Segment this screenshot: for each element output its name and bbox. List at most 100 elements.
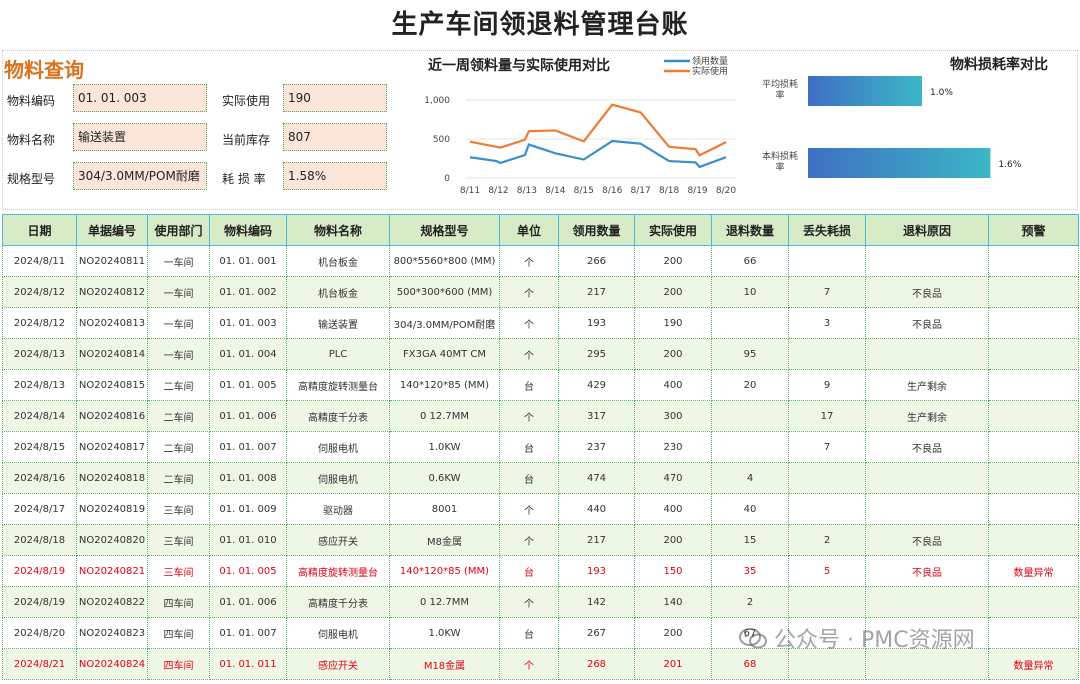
table-cell — [988, 369, 1079, 401]
table-cell: 15 — [711, 524, 789, 556]
table-cell: 66 — [711, 245, 789, 277]
table-row[interactable]: 2024/8/12 NO20240812 一车间 01. 01. 002 机台板金 500… — [2, 276, 1079, 308]
column-header[interactable]: 退料原因 — [865, 214, 989, 246]
table-row[interactable]: 2024/8/14 NO20240816 二车间 01. 01. 006 高精度千分表 0… — [2, 400, 1079, 432]
x-tick-label: 8/11 — [460, 186, 480, 196]
table-cell: 142 — [558, 586, 635, 618]
table-cell — [865, 586, 989, 618]
table-cell: 个 — [499, 338, 559, 370]
table-cell: 0.6KW — [389, 462, 500, 494]
y-tick-label: 500 — [433, 135, 450, 145]
table-cell: 二车间 — [147, 369, 210, 401]
table-cell: 200 — [634, 245, 712, 277]
table-cell: 35 — [711, 555, 789, 587]
column-header[interactable]: 丢失耗损 — [788, 214, 866, 246]
table-cell: 01. 01. 007 — [209, 617, 287, 649]
spec-label: 规格型号 — [7, 172, 56, 186]
table-row[interactable]: 2024/8/16 NO20240818 二车间 01. 01. 008 伺服电机 0.6… — [2, 462, 1079, 494]
column-header[interactable]: 领用数量 — [558, 214, 635, 246]
table-cell: NO20240823 — [76, 617, 148, 649]
table-cell: NO20240814 — [76, 338, 148, 370]
table-cell: NO20240813 — [76, 307, 148, 339]
table-row[interactable]: 2024/8/19 NO20240821 三车间 01. 01. 005 高精度旋转测量… — [2, 555, 1079, 587]
table-cell: 个 — [499, 245, 559, 277]
legend-label: 领用数量 — [692, 55, 728, 67]
bar-chart-title: 物料损耗率对比 — [950, 56, 1048, 73]
table-cell: 01. 01. 004 — [209, 338, 287, 370]
table-cell: 不良品 — [865, 276, 989, 308]
table-row[interactable]: 2024/8/11 NO20240811 一车间 01. 01. 001 机台板金 800… — [2, 245, 1079, 277]
table-row[interactable]: 2024/8/17 NO20240819 三车间 01. 01. 009 驱动器 8001… — [2, 493, 1079, 525]
table-cell: 140 — [634, 586, 712, 618]
table-cell — [711, 431, 789, 463]
table-cell — [865, 245, 989, 277]
table-cell: 台 — [499, 462, 559, 494]
loss-rate-bar-chart: 物料损耗率对比 平均损耗率 1.0% 本料损耗率 1.6% — [762, 56, 1048, 178]
current-stock-label: 当前库存 — [222, 133, 271, 147]
x-tick-label: 8/17 — [631, 186, 651, 196]
column-header[interactable]: 物料名称 — [286, 214, 390, 246]
bar-value-label: 1.6% — [998, 160, 1021, 170]
table-cell: 8001 — [389, 493, 500, 525]
table-cell: 295 — [558, 338, 635, 370]
column-header[interactable]: 规格型号 — [389, 214, 500, 246]
table-cell: 140*120*85 (MM) — [389, 369, 500, 401]
table-cell: 500*300*600 (MM) — [389, 276, 500, 308]
bar-value-label: 1.0% — [930, 88, 953, 98]
table-cell: 2024/8/12 — [2, 307, 77, 339]
table-row[interactable]: 2024/8/13 NO20240814 一车间 01. 01. 004 PLC FX3G… — [2, 338, 1079, 370]
table-cell: NO20240815 — [76, 369, 148, 401]
actual-use-field: 190 — [283, 84, 387, 112]
lookup-title: 物料查询 — [4, 58, 84, 82]
y-tick-label: 1,000 — [424, 96, 450, 106]
table-row[interactable]: 2024/8/15 NO20240817 二车间 01. 01. 007 伺服电机 1.0… — [2, 431, 1079, 463]
table-cell: 数量异常 — [988, 648, 1079, 680]
table-cell: 01. 01. 003 — [209, 307, 287, 339]
table-row[interactable]: 2024/8/13 NO20240815 二车间 01. 01. 005 高精度旋转测量… — [2, 369, 1079, 401]
table-cell: 2 — [711, 586, 789, 618]
table-cell: 200 — [634, 524, 712, 556]
table-cell: 5 — [788, 555, 866, 587]
table-cell: 驱动器 — [286, 493, 390, 525]
table-cell: 0 12.7MM — [389, 586, 500, 618]
column-header[interactable]: 实际使用 — [634, 214, 712, 246]
table-cell: 三车间 — [147, 524, 210, 556]
table-cell: 个 — [499, 586, 559, 618]
table-cell: 268 — [558, 648, 635, 680]
table-cell: 200 — [634, 276, 712, 308]
table-cell — [988, 276, 1079, 308]
table-cell: NO20240816 — [76, 400, 148, 432]
series-line-actual — [469, 103, 727, 157]
table-cell: 个 — [499, 400, 559, 432]
table-row[interactable]: 2024/8/19 NO20240822 四车间 01. 01. 006 高精度千分表 0… — [2, 586, 1079, 618]
table-cell: 生产剩余 — [865, 369, 989, 401]
table-row[interactable]: 2024/8/18 NO20240820 三车间 01. 01. 010 感应开关 M8金… — [2, 524, 1079, 556]
column-header[interactable]: 预警 — [988, 214, 1079, 246]
column-header[interactable]: 单位 — [499, 214, 559, 246]
table-cell: 感应开关 — [286, 648, 390, 680]
column-header[interactable]: 使用部门 — [147, 214, 210, 246]
table-cell: 01. 01. 006 — [209, 400, 287, 432]
x-tick-label: 8/12 — [488, 186, 508, 196]
table-cell: 台 — [499, 369, 559, 401]
column-header[interactable]: 退料数量 — [711, 214, 789, 246]
table-cell: 237 — [558, 431, 635, 463]
table-cell: 个 — [499, 493, 559, 525]
table-cell: 台 — [499, 431, 559, 463]
table-cell: NO20240817 — [76, 431, 148, 463]
column-header[interactable]: 日期 — [2, 214, 77, 246]
column-header[interactable]: 物料编码 — [209, 214, 287, 246]
table-cell: 9 — [788, 369, 866, 401]
table-header-row: 日期 单据编号 使用部门 物料编码 物料名称 规格型号 单位 领用数量 实际使用 退料数量 丢失耗损… — [2, 214, 1079, 246]
table-row[interactable]: 2024/8/12 NO20240813 一车间 01. 01. 003 输送装置 304… — [2, 307, 1079, 339]
material-name-label: 物料名称 — [7, 133, 56, 147]
table-cell: 2024/8/15 — [2, 431, 77, 463]
x-tick-label: 8/19 — [687, 186, 707, 196]
material-code-input[interactable]: 01. 01. 003 — [73, 84, 207, 112]
table-cell: 2024/8/13 — [2, 369, 77, 401]
table-cell: 高精度千分表 — [286, 400, 390, 432]
table-cell: 台 — [499, 617, 559, 649]
legend-label: 实际使用 — [692, 65, 728, 77]
table-cell — [988, 307, 1079, 339]
column-header[interactable]: 单据编号 — [76, 214, 148, 246]
